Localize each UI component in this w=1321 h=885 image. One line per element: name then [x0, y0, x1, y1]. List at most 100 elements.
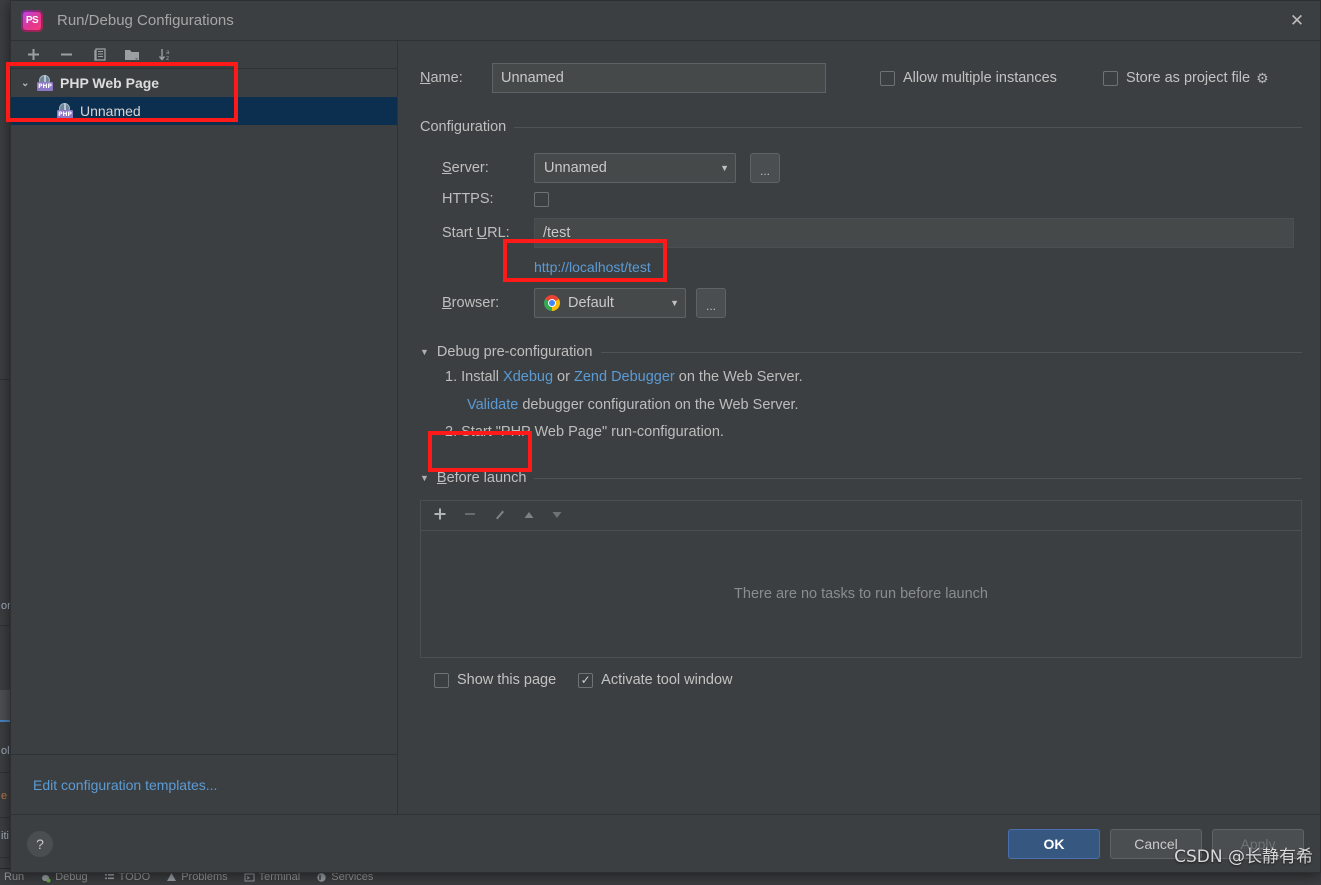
add-task-button[interactable] — [433, 507, 447, 524]
section-divider — [514, 126, 1302, 128]
chevron-down-icon-server: ▼ — [720, 163, 729, 173]
allow-multiple-instances-checkbox[interactable] — [880, 70, 895, 86]
resolved-url-row: http://localhost/test — [420, 259, 1302, 277]
edit-task-button[interactable] — [493, 507, 507, 524]
chevron-down-icon-browser: ▼ — [670, 298, 679, 308]
debug-preconfig-label: Debug pre-configuration — [436, 344, 593, 360]
https-label: HTTPS: — [442, 191, 494, 207]
dialog-title: Run/Debug Configurations — [57, 12, 234, 29]
php-badge: PHP — [37, 81, 53, 91]
before-launch-toolbar — [420, 500, 1302, 530]
svg-text:z: z — [166, 55, 169, 62]
help-button[interactable]: ? — [27, 830, 53, 857]
https-checkbox[interactable] — [534, 191, 549, 207]
debug-step-1: 1. Install Xdebug or Zend Debugger on th… — [445, 369, 1302, 385]
dialog-titlebar: PS Run/Debug Configurations ✕ — [11, 1, 1320, 41]
tree-group-label: PHP Web Page — [60, 75, 160, 91]
resolved-url-link[interactable]: http://localhost/test — [534, 259, 651, 275]
edit-configuration-templates-link[interactable]: Edit configuration templates... — [33, 777, 217, 793]
before-launch-empty-text: There are no tasks to run before launch — [734, 586, 988, 602]
problems-icon — [166, 872, 177, 883]
sort-configurations-button[interactable]: az — [157, 46, 174, 63]
debug-step1-prefix: 1. Install — [445, 369, 504, 385]
add-configuration-button[interactable] — [25, 46, 42, 63]
tree-item-unnamed[interactable]: PHP Unnamed — [11, 97, 397, 125]
zend-debugger-link[interactable]: Zend Debugger — [574, 369, 675, 385]
show-this-page-row[interactable]: Show this page — [434, 672, 556, 688]
server-selected-value: Unnamed — [544, 160, 607, 176]
debug-step-2: 2. Start "PHP Web Page" run-configuratio… — [445, 424, 724, 440]
debug-preconfig-header[interactable]: ▼ Debug pre-configuration — [420, 344, 1302, 360]
browser-select[interactable]: Default ▼ — [534, 288, 686, 318]
copy-configuration-button[interactable] — [91, 46, 108, 63]
configurations-tree: ⌄ PHP PHP Web Page PHP Unnamed — [11, 69, 397, 754]
collapse-triangle-icon-before-launch[interactable]: ▼ — [420, 473, 429, 483]
move-task-down-button[interactable] — [551, 508, 563, 524]
collapse-triangle-icon-debug[interactable]: ▼ — [420, 347, 429, 357]
chevron-down-icon[interactable]: ⌄ — [21, 78, 37, 89]
todo-icon — [104, 872, 115, 883]
store-as-project-file-label: Store as project file — [1125, 70, 1251, 86]
name-row: Name: Allow multiple instances Store as … — [420, 63, 1302, 93]
browser-browse-button[interactable]: ... — [696, 288, 726, 318]
validate-suffix: debugger configuration on the Web Server… — [518, 397, 799, 413]
xdebug-link[interactable]: Xdebug — [503, 369, 553, 385]
configuration-section-label: Configuration — [420, 119, 507, 135]
browser-selected-value: Default — [568, 295, 614, 311]
tree-group-php-web-page[interactable]: ⌄ PHP PHP Web Page — [11, 69, 397, 97]
remove-task-button[interactable] — [463, 507, 477, 524]
name-label: Name: — [420, 70, 463, 86]
show-this-page-checkbox[interactable] — [434, 672, 449, 688]
start-url-input[interactable] — [534, 218, 1294, 248]
allow-multiple-instances-label: Allow multiple instances — [903, 70, 1057, 86]
show-this-page-label: Show this page — [457, 672, 557, 688]
before-launch-task-list[interactable]: There are no tasks to run before launch — [420, 530, 1302, 658]
validate-link[interactable]: Validate — [467, 397, 518, 413]
store-as-project-file-row[interactable]: Store as project file ⚙ — [1102, 70, 1269, 87]
name-input[interactable] — [492, 63, 826, 93]
allow-multiple-instances-row[interactable]: Allow multiple instances — [880, 70, 1057, 86]
configuration-section-header: Configuration — [420, 119, 1302, 135]
before-launch-header[interactable]: ▼ Before launch — [420, 470, 1302, 486]
section-divider-before-launch — [534, 477, 1302, 479]
server-row: Server: Unnamed ▼ ... — [420, 153, 1302, 183]
run-debug-configurations-dialog: PS Run/Debug Configurations ✕ az ⌄ PHP P… — [10, 0, 1321, 873]
browser-label: Browser: — [442, 295, 500, 311]
store-as-project-file-checkbox[interactable] — [1102, 70, 1118, 86]
sidebar-toolbar: az — [11, 41, 397, 69]
sidebar-footer: Edit configuration templates... — [11, 754, 397, 814]
debug-icon — [40, 872, 51, 883]
browser-row: Browser: Default ▼ ... — [420, 288, 1302, 318]
activate-tool-window-row[interactable]: Activate tool window — [578, 672, 733, 688]
gear-icon[interactable]: ⚙ — [1256, 70, 1269, 87]
dialog-body: az ⌄ PHP PHP Web Page PHP Unnamed Edit c… — [11, 41, 1320, 814]
debug-validate-line: Validate debugger configuration on the W… — [445, 397, 1302, 413]
close-icon[interactable]: ✕ — [1274, 1, 1320, 41]
configuration-form: Name: Allow multiple instances Store as … — [398, 41, 1320, 814]
server-label: Server: — [442, 160, 489, 176]
activate-tool-window-checkbox[interactable] — [578, 672, 594, 688]
bottom-checkbox-row: Show this page Activate tool window — [420, 672, 1302, 688]
debug-step1-suffix: on the Web Server. — [674, 369, 803, 385]
terminal-icon — [244, 872, 255, 883]
php-badge-child: PHP — [57, 109, 73, 119]
move-task-up-button[interactable] — [523, 508, 535, 524]
services-icon — [316, 872, 327, 883]
remove-configuration-button[interactable] — [58, 46, 75, 63]
configurations-sidebar: az ⌄ PHP PHP Web Page PHP Unnamed Edit c… — [11, 41, 398, 814]
server-select[interactable]: Unnamed ▼ — [534, 153, 736, 183]
php-config-icon: PHP — [57, 102, 75, 120]
ok-button[interactable]: OK — [1008, 828, 1100, 859]
section-divider-debug — [600, 351, 1302, 353]
start-url-label: Start URL: — [442, 225, 510, 241]
phpstorm-logo-icon: PS — [21, 9, 43, 32]
chrome-icon — [544, 295, 560, 311]
tree-item-label: Unnamed — [80, 103, 141, 119]
server-browse-button[interactable]: ... — [750, 153, 780, 183]
https-row: HTTPS: — [420, 191, 1302, 207]
activate-tool-window-label: Activate tool window — [601, 672, 733, 688]
dialog-footer: ? OK Cancel Apply — [11, 814, 1320, 872]
watermark: CSDN @长静有希 — [1174, 847, 1313, 867]
start-url-row: Start URL: — [420, 218, 1302, 248]
save-configuration-button[interactable] — [124, 46, 141, 63]
